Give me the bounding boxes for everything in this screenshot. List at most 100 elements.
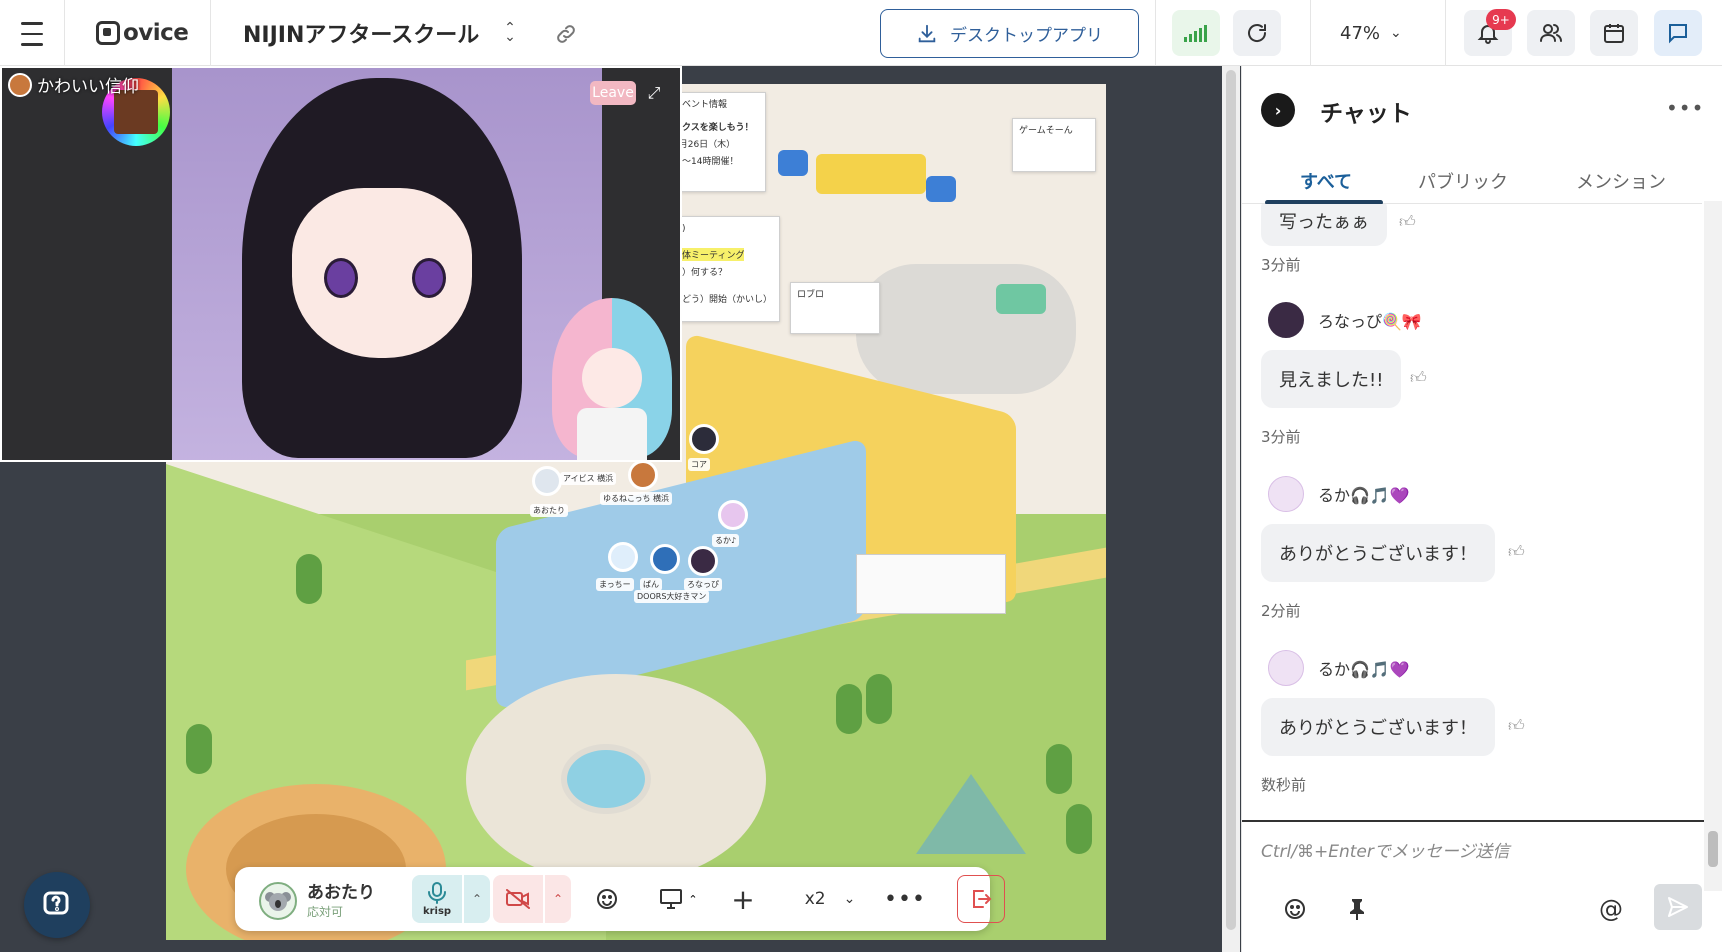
message-text: ありがとうございます！ — [1279, 544, 1477, 565]
thumbs-up-icon[interactable]: 👍︎ — [1410, 368, 1427, 388]
sender-avatar — [1268, 476, 1304, 512]
sender-name: るか🎧🎵💜 — [1318, 660, 1410, 679]
presenter-avatar — [8, 72, 32, 97]
leave-button[interactable]: Leave — [590, 81, 636, 105]
avatar-label: あおたり — [530, 504, 568, 517]
tab-mention[interactable]: メンション — [1576, 168, 1666, 194]
refresh-button[interactable] — [1233, 10, 1281, 56]
map-scrollbar-thumb[interactable] — [1226, 70, 1236, 930]
chat-scrollbar[interactable] — [1704, 201, 1722, 891]
game-zone-note[interactable]: ゲームそーん — [1012, 118, 1096, 172]
thumbs-up-icon[interactable]: 👍︎ — [1399, 212, 1416, 232]
my-avatar[interactable] — [259, 882, 297, 920]
speed-value: x2 — [804, 889, 826, 909]
send-button[interactable] — [1654, 884, 1702, 930]
message-time: 3分前 — [1261, 256, 1301, 274]
user-avatar[interactable] — [532, 466, 562, 496]
members-button[interactable] — [1527, 10, 1575, 56]
sender-name: るか🎧🎵💜 — [1318, 486, 1410, 505]
pin-icon[interactable] — [1342, 894, 1372, 924]
chevron-down-icon: ⌄ — [1390, 25, 1402, 41]
message-sender: るか🎧🎵💜 — [1268, 476, 1410, 512]
sender-avatar — [1268, 302, 1304, 338]
tab-all[interactable]: すべて — [1300, 168, 1352, 194]
space-name[interactable]: NIJINアフタースクール — [243, 18, 479, 48]
emoji-icon — [597, 889, 617, 909]
camera-button[interactable] — [493, 875, 543, 923]
message-list[interactable]: 写ったぁぁ 👍︎ 3分前 ろなっぴ🍭🎀 見えました!! 👍︎ 3分前 るか🎧🎵💜… — [1242, 204, 1702, 824]
chat-more-icon[interactable]: ••• — [1666, 96, 1704, 120]
lounge-area[interactable] — [856, 264, 1076, 394]
note-title: ロブロ — [797, 290, 825, 300]
mention-at-icon[interactable]: @ — [1596, 894, 1626, 924]
chat-scrollbar-thumb[interactable] — [1708, 831, 1718, 867]
second-character-face — [582, 348, 642, 408]
note-line: （）何する？ — [673, 268, 728, 278]
chevron-up-icon: ⌃ — [688, 892, 698, 906]
character-eye — [412, 258, 446, 298]
blue-cushion — [926, 176, 956, 202]
divider — [1445, 0, 1446, 66]
emoji-icon[interactable] — [1280, 894, 1310, 924]
chat-title: チャット — [1320, 101, 1412, 127]
divider — [64, 0, 65, 66]
user-avatar[interactable] — [650, 544, 680, 574]
plus-icon[interactable]: + — [725, 881, 761, 917]
blue-cushion — [778, 150, 808, 176]
video-toolpanel-left — [2, 68, 172, 460]
user-avatar[interactable] — [688, 546, 718, 576]
map-scrollbar[interactable] — [1222, 66, 1240, 952]
message-sender: ろなっぴ🍭🎀 — [1268, 302, 1422, 338]
tab-public[interactable]: パブリック — [1418, 168, 1508, 194]
user-avatar[interactable] — [608, 542, 638, 572]
expand-icon[interactable]: ⤢ — [642, 81, 666, 105]
screen-share-video[interactable]: かわいい信仰 Leave ⤢ — [0, 66, 682, 462]
calendar-button[interactable] — [1590, 10, 1638, 56]
logo-text: ovice — [123, 20, 189, 46]
hamburger-menu-button[interactable] — [14, 16, 50, 52]
send-icon — [1668, 897, 1688, 917]
copy-link-button[interactable] — [552, 20, 580, 48]
tree — [296, 554, 322, 604]
avatar-label: ゆるねこっち 横浜 — [600, 492, 672, 505]
character-eye — [324, 258, 358, 298]
screen-share-button[interactable]: ⌃ — [655, 881, 703, 917]
space-switch-chevron-icon[interactable]: ⌃ ⌄ — [498, 18, 522, 48]
exit-button[interactable] — [957, 875, 1005, 923]
user-avatar[interactable] — [718, 500, 748, 530]
thumbs-up-icon[interactable]: 👍︎ — [1508, 716, 1525, 736]
divider — [1155, 0, 1156, 66]
my-name: あおたり — [307, 883, 375, 903]
reaction-button[interactable] — [589, 881, 625, 917]
connection-status-button[interactable] — [1172, 10, 1220, 56]
mic-button[interactable]: krisp — [412, 875, 462, 923]
users-icon — [1540, 24, 1562, 42]
chat-header: › チャット ••• — [1242, 66, 1722, 146]
user-avatar[interactable] — [689, 424, 719, 454]
avatar-label: コア — [688, 458, 710, 471]
zoom-select[interactable]: 47% ⌄ — [1340, 18, 1402, 48]
message-input[interactable] — [1261, 842, 1681, 862]
note-line: 全体ミーティング — [673, 248, 745, 261]
chevron-down-icon: ⌄ — [843, 891, 856, 907]
more-icon[interactable]: ••• — [884, 881, 925, 917]
my-status[interactable]: 応対可 — [307, 903, 343, 920]
sender-name: ろなっぴ🍭🎀 — [1318, 312, 1422, 331]
message-time: 2分前 — [1261, 602, 1301, 620]
logo-mark-icon — [96, 21, 120, 45]
thumbs-up-icon[interactable]: 👍︎ — [1508, 542, 1525, 562]
avatar-label: DOORS大好きマン — [634, 590, 710, 603]
camera-options-chevron-icon[interactable]: ⌃ — [545, 875, 571, 923]
speed-select[interactable]: x2 ⌄ — [795, 881, 865, 917]
help-button[interactable] — [24, 872, 90, 938]
chat-toggle-button[interactable] — [1654, 10, 1702, 56]
desktop-app-label: デスクトップアプリ — [950, 26, 1103, 46]
tree — [1046, 744, 1072, 794]
collapse-chat-button[interactable]: › — [1261, 93, 1295, 127]
user-avatar[interactable] — [628, 460, 658, 490]
desktop-app-button[interactable]: デスクトップアプリ — [880, 9, 1139, 58]
ovice-logo[interactable]: ovice — [96, 17, 189, 49]
meeting-note[interactable]: 木) 全体ミーティング （）何する？ うどう）開始（かいし） — [666, 216, 780, 322]
mic-options-chevron-icon[interactable]: ⌃ — [464, 875, 490, 923]
roblox-note[interactable]: ロブロ — [790, 282, 880, 334]
